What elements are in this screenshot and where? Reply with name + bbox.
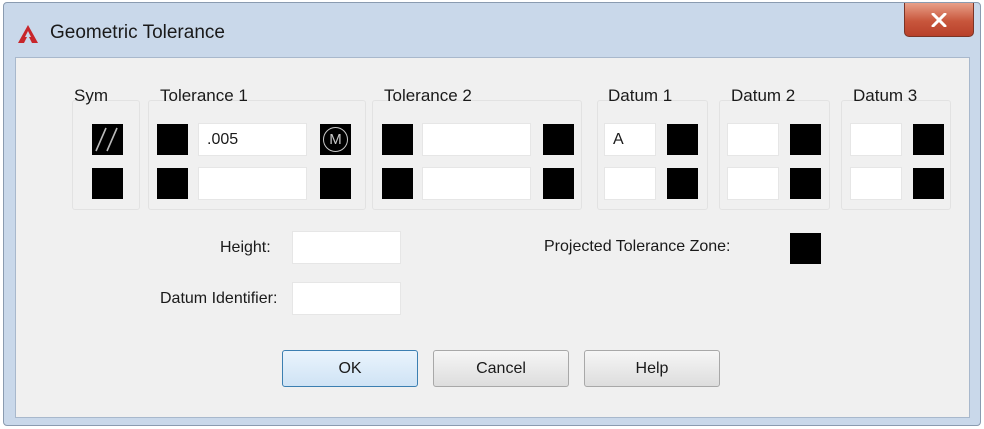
- ok-button[interactable]: OK: [282, 350, 418, 387]
- tolerance1-modifier-row2[interactable]: [320, 168, 351, 199]
- datum3-header: Datum 3: [853, 86, 918, 105]
- tolerance2-header: Tolerance 2: [384, 86, 472, 105]
- projected-tolerance-zone-label: Projected Tolerance Zone:: [544, 238, 731, 255]
- tolerance1-input-row2[interactable]: [198, 167, 307, 200]
- tolerance1-diameter-swatch-row1[interactable]: [157, 124, 188, 155]
- autocad-logo-icon: [18, 25, 38, 43]
- datum2-input-row2[interactable]: [727, 167, 779, 200]
- datum2-modifier-row2[interactable]: [790, 168, 821, 199]
- mmc-circle-m-icon: M: [323, 127, 348, 152]
- datum2-modifier-row1[interactable]: [790, 124, 821, 155]
- tolerance2-modifier-row1[interactable]: [543, 124, 574, 155]
- title-bar[interactable]: Geometric Tolerance: [4, 3, 980, 57]
- tolerance1-modifier-row1[interactable]: M: [320, 124, 351, 155]
- datum-identifier-input[interactable]: [292, 282, 401, 315]
- datum-identifier-label: Datum Identifier:: [160, 290, 278, 307]
- datum1-modifier-row2[interactable]: [667, 168, 698, 199]
- datum3-input-row1[interactable]: [850, 123, 902, 156]
- tolerance1-header: Tolerance 1: [160, 86, 248, 105]
- symbol-swatch-row2[interactable]: [92, 168, 123, 199]
- close-button[interactable]: [904, 3, 974, 37]
- datum1-input-row2[interactable]: [604, 167, 656, 200]
- tolerance2-diameter-swatch-row2[interactable]: [382, 168, 413, 199]
- tolerance1-input-row1[interactable]: .005: [198, 123, 307, 156]
- sym-header: Sym: [74, 86, 108, 105]
- projected-tolerance-zone-swatch[interactable]: [790, 233, 821, 264]
- datum1-input-row1[interactable]: A: [604, 123, 656, 156]
- parallelism-icon: [95, 127, 118, 152]
- dialog-client-area: Sym Tolerance 1 .005 M Tolerance 2 Datum…: [15, 57, 970, 418]
- window-title: Geometric Tolerance: [50, 22, 225, 43]
- tolerance2-diameter-swatch-row1[interactable]: [382, 124, 413, 155]
- close-icon: [931, 12, 947, 27]
- tolerance2-modifier-row2[interactable]: [543, 168, 574, 199]
- datum3-modifier-row2[interactable]: [913, 168, 944, 199]
- tolerance1-diameter-swatch-row2[interactable]: [157, 168, 188, 199]
- datum3-input-row2[interactable]: [850, 167, 902, 200]
- cancel-button[interactable]: Cancel: [433, 350, 569, 387]
- datum3-modifier-row1[interactable]: [913, 124, 944, 155]
- datum2-input-row1[interactable]: [727, 123, 779, 156]
- tolerance2-input-row1[interactable]: [422, 123, 531, 156]
- datum1-header: Datum 1: [608, 86, 673, 105]
- tolerance2-input-row2[interactable]: [422, 167, 531, 200]
- height-input[interactable]: [292, 231, 401, 264]
- symbol-swatch-row1[interactable]: [92, 124, 123, 155]
- geometric-tolerance-dialog: Geometric Tolerance Sym Tolerance 1 .005…: [3, 2, 981, 426]
- datum2-header: Datum 2: [731, 86, 796, 105]
- help-button[interactable]: Help: [584, 350, 720, 387]
- height-label: Height:: [220, 239, 271, 256]
- datum1-modifier-row1[interactable]: [667, 124, 698, 155]
